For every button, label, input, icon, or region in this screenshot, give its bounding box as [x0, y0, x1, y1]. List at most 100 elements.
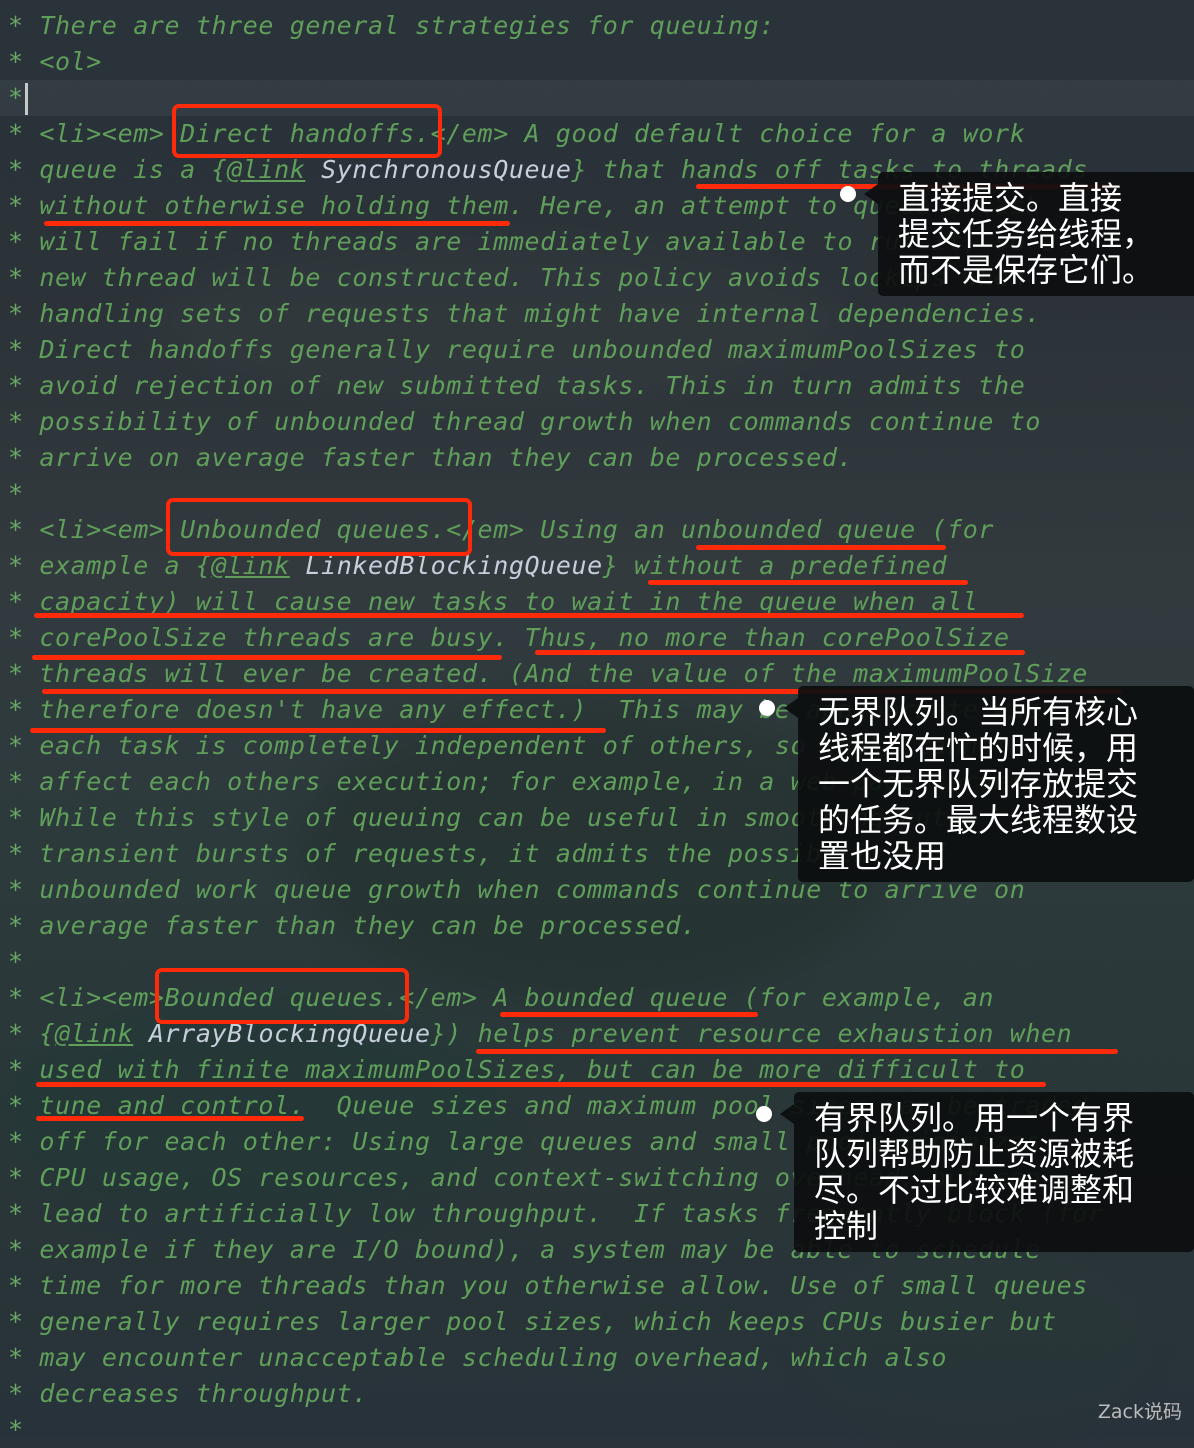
comment-text: } without a predefined — [602, 551, 948, 580]
comment-text: possibility of unbounded thread growth w… — [39, 407, 1041, 436]
comment-asterisk: * — [8, 659, 24, 688]
comment-asterisk: * — [8, 1271, 24, 1300]
comment-text: example a { — [39, 551, 212, 580]
comment-asterisk: * — [8, 551, 24, 580]
code-line[interactable]: * <ol> — [0, 44, 1194, 80]
comment-asterisk: * — [8, 1199, 24, 1228]
comment-asterisk: * — [8, 227, 24, 256]
comment-text — [305, 155, 321, 184]
comment-text: average faster than they can be processe… — [39, 911, 697, 940]
comment-asterisk: * — [8, 695, 24, 724]
comment-asterisk: * — [8, 1379, 24, 1408]
annotation-pin — [756, 1106, 772, 1122]
code-line[interactable]: * Direct handoffs generally require unbo… — [0, 332, 1194, 368]
comment-asterisk: * — [8, 371, 24, 400]
code-line[interactable]: * — [0, 1412, 1194, 1448]
comment-asterisk: * — [8, 443, 24, 472]
comment-asterisk: * — [8, 731, 24, 760]
code-line[interactable]: * average faster than they can be proces… — [0, 908, 1194, 944]
code-line[interactable]: * may encounter unacceptable scheduling … — [0, 1340, 1194, 1376]
comment-asterisk: * — [8, 299, 24, 328]
code-line[interactable]: * capacity) will cause new tasks to wait… — [0, 584, 1194, 620]
comment-text: arrive on average faster than they can b… — [39, 443, 854, 472]
code-line[interactable]: * <li><em> Unbounded queues.</em> Using … — [0, 512, 1194, 548]
comment-asterisk: * — [8, 407, 24, 436]
class-reference: LinkedBlockingQueue — [305, 551, 603, 580]
comment-asterisk: * — [8, 1127, 24, 1156]
code-line[interactable]: * example a {@link LinkedBlockingQueue} … — [0, 548, 1194, 584]
comment-text — [133, 1019, 149, 1048]
comment-text: may encounter unacceptable scheduling ov… — [39, 1343, 948, 1372]
annotation-direct-handoffs: 直接提交。直接 提交任务给线程， 而不是保存它们。 — [864, 172, 1194, 296]
comment-text: Direct handoffs generally require unboun… — [39, 335, 1026, 364]
comment-text: time for more threads than you otherwise… — [39, 1271, 1088, 1300]
comment-asterisk: * — [8, 515, 24, 544]
comment-asterisk: * — [8, 1091, 24, 1120]
javadoc-link-tag[interactable]: @link — [55, 1019, 133, 1048]
comment-asterisk: * — [8, 803, 24, 832]
comment-asterisk: * — [8, 47, 24, 76]
comment-asterisk: * — [8, 1343, 24, 1372]
class-reference: ArrayBlockingQueue — [148, 1019, 431, 1048]
comment-asterisk: * — [8, 947, 24, 976]
comment-asterisk: * — [8, 587, 24, 616]
comment-text: { — [39, 1019, 55, 1048]
comment-asterisk: * — [8, 839, 24, 868]
code-line[interactable]: * arrive on average faster than they can… — [0, 440, 1194, 476]
code-line[interactable]: * {@link ArrayBlockingQueue}) helps prev… — [0, 1016, 1194, 1052]
annotation-pin — [759, 700, 775, 716]
code-line[interactable]: * decreases throughput. — [0, 1376, 1194, 1412]
code-line[interactable]: * corePoolSize threads are busy. Thus, n… — [0, 620, 1194, 656]
comment-text: There are three general strategies for q… — [39, 11, 775, 40]
comment-asterisk: * — [8, 911, 24, 940]
annotation-unbounded-queues: 无界队列。当所有核心 线程都在忙的时候，用 一个无界队列存放提交 的任务。最大线… — [784, 686, 1194, 882]
comment-asterisk: * — [8, 263, 24, 292]
comment-text: <ol> — [39, 47, 102, 76]
code-line[interactable]: * used with finite maximumPoolSizes, but… — [0, 1052, 1194, 1088]
comment-text: threads will ever be created. (And the v… — [39, 659, 1088, 688]
comment-asterisk: * — [8, 155, 24, 184]
comment-asterisk: * — [8, 1307, 24, 1336]
comment-asterisk: * — [8, 1163, 24, 1192]
code-line[interactable]: * generally requires larger pool sizes, … — [0, 1304, 1194, 1340]
comment-asterisk: * — [8, 1019, 24, 1048]
comment-text: avoid rejection of new submitted tasks. … — [39, 371, 1026, 400]
annotation-pin — [840, 186, 856, 202]
comment-text: handling sets of requests that might hav… — [39, 299, 1041, 328]
comment-asterisk: * — [8, 767, 24, 796]
code-line[interactable]: * possibility of unbounded thread growth… — [0, 404, 1194, 440]
comment-asterisk: * — [8, 875, 24, 904]
comment-asterisk: * — [8, 119, 24, 148]
comment-asterisk: * — [8, 623, 24, 652]
comment-text: capacity) will cause new tasks to wait i… — [39, 587, 979, 616]
comment-text: <li><em>Bounded queues.</em> A bounded q… — [39, 983, 995, 1012]
javadoc-link-tag[interactable]: @link — [227, 155, 305, 184]
comment-asterisk: * — [8, 983, 24, 1012]
annotation-bounded-queues: 有界队列。用一个有界 队列帮助防止资源被耗 尽。不过比较难调整和 控制 — [780, 1092, 1194, 1252]
javadoc-link-tag[interactable]: @link — [211, 551, 289, 580]
class-reference: SynchronousQueue — [321, 155, 572, 184]
comment-text — [290, 551, 306, 580]
comment-asterisk: * — [8, 83, 24, 112]
comment-text: used with finite maximumPoolSizes, but c… — [39, 1055, 1026, 1084]
code-line[interactable]: * There are three general strategies for… — [0, 8, 1194, 44]
code-line[interactable]: * time for more threads than you otherwi… — [0, 1268, 1194, 1304]
comment-asterisk: * — [8, 1055, 24, 1084]
code-line[interactable]: * — [0, 944, 1194, 980]
comment-asterisk: * — [8, 11, 24, 40]
comment-asterisk: * — [8, 479, 24, 508]
comment-asterisk: * — [8, 335, 24, 364]
comment-text: }) helps prevent resource exhaustion whe… — [430, 1019, 1073, 1048]
comment-text: corePoolSize threads are busy. Thus, no … — [39, 623, 1010, 652]
code-line[interactable]: * <li><em>Bounded queues.</em> A bounded… — [0, 980, 1194, 1016]
comment-text: generally requires larger pool sizes, wh… — [39, 1307, 1057, 1336]
code-line[interactable]: * <li><em> Direct handoffs.</em> A good … — [0, 116, 1194, 152]
code-line[interactable]: * handling sets of requests that might h… — [0, 296, 1194, 332]
comment-asterisk: * — [8, 191, 24, 220]
comment-text: queue is a { — [39, 155, 228, 184]
text-cursor — [24, 83, 28, 115]
code-line[interactable]: * — [0, 80, 1194, 116]
code-line[interactable]: * avoid rejection of new submitted tasks… — [0, 368, 1194, 404]
comment-text: <li><em> Direct handoffs.</em> A good de… — [39, 119, 1026, 148]
code-line[interactable]: * — [0, 476, 1194, 512]
